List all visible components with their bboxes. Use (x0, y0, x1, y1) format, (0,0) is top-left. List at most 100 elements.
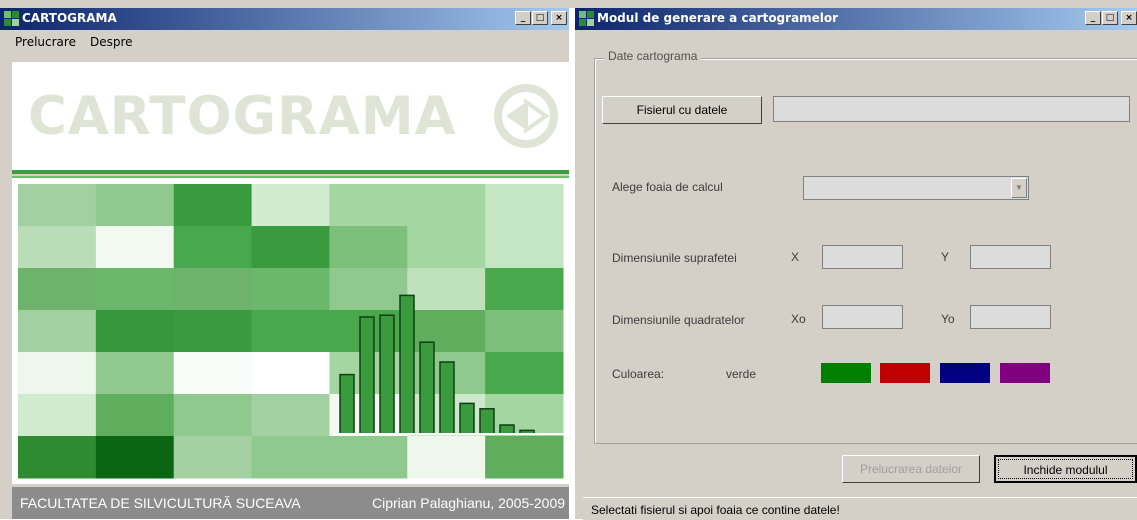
maximize-button[interactable]: □ (532, 11, 548, 25)
grid-cell (95, 268, 175, 311)
maximize-button[interactable]: □ (1102, 11, 1118, 25)
histogram-bar (359, 316, 375, 435)
group-label: Date cartograma (604, 49, 702, 63)
cartograma-window: CARTOGRAMA _ □ × Prelucrare Despre CARTO… (0, 0, 575, 519)
cartogram-graphic (18, 184, 564, 479)
grid-cell (329, 226, 408, 269)
swatch-purple[interactable] (1000, 363, 1050, 383)
histogram-bar (339, 373, 355, 435)
grid-cell (95, 226, 175, 269)
swatch-red[interactable] (880, 363, 930, 383)
grid-cell (407, 310, 486, 353)
app-icon (4, 11, 19, 26)
choose-file-button[interactable]: Fisierul cu datele (602, 96, 762, 124)
grid-cell (407, 184, 486, 227)
grid-cell (18, 268, 97, 311)
grid-cell (95, 436, 175, 479)
grid-cell (407, 436, 486, 479)
grid-cell (173, 352, 253, 395)
surface-label: Dimensiunile suprafetei (612, 251, 737, 265)
grid-cell (485, 352, 564, 395)
cartogram-illustration (12, 178, 569, 484)
yo-input[interactable] (970, 305, 1051, 329)
histogram-bar (419, 341, 435, 435)
banner: CARTOGRAMA (12, 62, 569, 170)
color-value: verde (726, 367, 757, 381)
close-button[interactable]: × (551, 11, 567, 25)
histogram-bar (439, 361, 455, 435)
xo-label: Xo (791, 312, 806, 326)
menu-prelucrare[interactable]: Prelucrare (15, 35, 76, 49)
y-label: Y (941, 250, 950, 264)
grid-cell (329, 268, 408, 311)
grid-cell (18, 226, 97, 269)
grid-cell (485, 226, 564, 269)
logo-emblem-icon (494, 84, 558, 148)
grid-cell (407, 268, 486, 311)
grid-cell (173, 226, 253, 269)
swatch-green[interactable] (821, 363, 871, 383)
banner-divider (12, 170, 569, 174)
histogram-bar (459, 402, 475, 435)
grid-cell (95, 310, 175, 353)
banner-logo-text: CARTOGRAMA (28, 86, 457, 147)
grid-cell (251, 436, 330, 479)
module-titlebar[interactable]: Modul de generare a cartogramelor _ □ × (575, 8, 1137, 30)
grid-cell (251, 268, 330, 311)
app-icon (579, 11, 594, 26)
minimize-button[interactable]: _ (515, 11, 531, 25)
grid-cell (95, 352, 175, 395)
grid-cell (329, 436, 408, 479)
cartograma-titlebar[interactable]: CARTOGRAMA _ □ × (0, 8, 575, 30)
histogram-bar (399, 294, 415, 435)
footer-author: Ciprian Palaghianu, 2005-2009 (372, 495, 566, 511)
grid-cell (251, 352, 330, 395)
status-bar: Selectati fisierul si apoi foaia ce cont… (583, 497, 1137, 520)
grid-cell (251, 226, 330, 269)
status-text: Selectati fisierul si apoi foaia ce cont… (591, 503, 840, 517)
grid-cell (173, 394, 253, 437)
window-title: CARTOGRAMA (22, 11, 117, 25)
grid-cell (18, 436, 97, 479)
grid-cell (329, 184, 408, 227)
yo-label: Yo (941, 312, 955, 326)
process-data-button[interactable]: Prelucrarea datelor (842, 455, 980, 483)
menu-despre[interactable]: Despre (90, 35, 133, 49)
swatch-blue[interactable] (940, 363, 990, 383)
xo-input[interactable] (822, 305, 903, 329)
x-label: X (791, 250, 800, 264)
grid-cell (407, 226, 486, 269)
squares-label: Dimensiunile quadratelor (612, 313, 745, 327)
grid-cell (485, 310, 564, 353)
grid-cell (173, 184, 253, 227)
close-module-button[interactable]: Inchide modulul (994, 455, 1137, 483)
histogram-bar (379, 314, 395, 435)
footer-faculty: FACULTATEA DE SILVICULTURĂ SUCEAVA (20, 495, 301, 511)
y-input[interactable] (970, 245, 1051, 269)
chevron-down-icon[interactable]: ▼ (1011, 178, 1027, 198)
footer: FACULTATEA DE SILVICULTURĂ SUCEAVA Cipri… (12, 487, 569, 519)
grid-cell (18, 184, 97, 227)
grid-cell (173, 436, 253, 479)
grid-cell (485, 436, 564, 479)
menubar: Prelucrare Despre (0, 32, 575, 52)
grid-cell (18, 352, 97, 395)
close-button[interactable]: × (1121, 11, 1137, 25)
grid-cell (251, 310, 330, 353)
x-input[interactable] (822, 245, 903, 269)
minimize-button[interactable]: _ (1085, 11, 1101, 25)
grid-cell (485, 268, 564, 311)
grid-cell (173, 310, 253, 353)
sheet-label: Alege foaia de calcul (612, 180, 723, 194)
grid-cell (95, 184, 175, 227)
color-label: Culoarea: (612, 367, 665, 381)
grid-cell (18, 394, 97, 437)
grid-cell (485, 184, 564, 227)
grid-cell (251, 394, 330, 437)
sheet-select[interactable]: ▼ (803, 176, 1029, 200)
grid-cell (173, 268, 253, 311)
histogram-bar (499, 424, 515, 435)
file-path-field[interactable] (773, 96, 1130, 122)
histogram-bar (479, 408, 495, 435)
grid-cell (18, 310, 97, 353)
